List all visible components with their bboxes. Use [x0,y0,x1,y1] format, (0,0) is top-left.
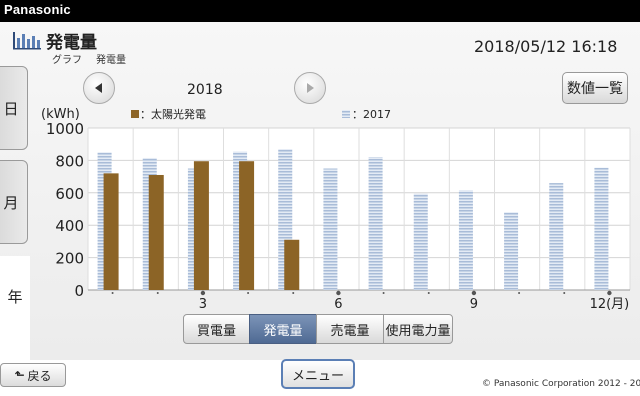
bottom-tab-group: 買電量 発電量 売電量 使用電力量 [183,314,453,344]
breadcrumb-graph: グラフ [52,55,82,66]
copyright-text: © Panasonic Corporation 2012 - 201 [482,379,640,389]
page-title: 発電量 [46,33,97,53]
tab-sold-power[interactable]: 売電量 [316,314,384,344]
year-label: 2018 [187,82,223,98]
back-button-label: 戻る [27,368,52,383]
menu-button[interactable]: メニュー [281,359,355,389]
back-button[interactable]: ⬑ 戻る [0,363,66,387]
tab-day[interactable]: 日 [0,66,28,150]
bar-chart-icon [13,32,41,50]
top-bar: Panasonic [0,0,640,22]
breadcrumb-generation: 発電量 [96,55,126,66]
tab-generation[interactable]: 発電量 [249,314,317,344]
tab-purchased-power[interactable]: 買電量 [183,314,250,344]
numeric-list-button[interactable]: 数値一覧 [562,72,628,104]
tab-month[interactable]: 月 [0,160,28,244]
tab-power-usage[interactable]: 使用電力量 [383,314,453,344]
chevron-left-icon [95,83,102,93]
current-datetime: 2018/05/12 16:18 [474,37,618,56]
brand-logo: Panasonic [4,2,71,17]
tab-year[interactable]: 年 [0,256,30,360]
chevron-right-icon [307,83,314,93]
prev-year-button[interactable] [83,72,115,104]
back-arrow-icon: ⬑ [14,368,25,382]
next-year-button[interactable] [294,72,326,104]
